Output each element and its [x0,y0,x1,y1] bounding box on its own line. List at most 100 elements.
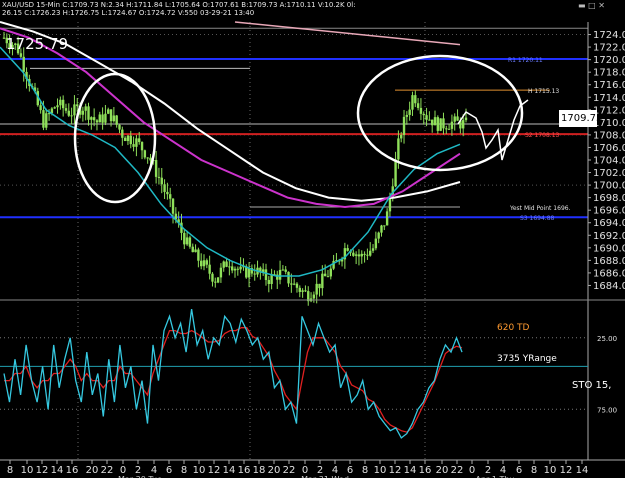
candle-body [183,232,186,245]
candle-body [22,56,25,72]
candle-body [67,110,70,116]
time-tick-label: 14 [404,465,417,476]
candle-body [132,144,135,147]
price-tick-label: 1714.00 [593,93,625,104]
candle-body [264,269,268,281]
sto-tick-75: 75.00 [597,406,617,414]
time-tick-label: 10 [193,465,206,476]
candle-body [436,117,440,131]
price-tick-label: 1706.00 [593,143,625,154]
candle-body [284,269,287,272]
candle-body [323,273,327,277]
candle-body [104,113,107,123]
candle-body [377,232,380,239]
time-tick-label: 22 [283,465,296,476]
header-secondary-line: 26.15 C:1726.23 H:1726.75 L:1724.67 O:17… [2,9,255,17]
time-tick-label: 16 [66,465,79,476]
candle-body [154,160,158,177]
sto-k-line [3,309,463,439]
price-tick-label: 1720.00 [593,55,625,66]
price-tick-label: 1696.00 [593,206,625,217]
candle-body [374,238,378,249]
candle-body [19,53,23,57]
candle-body [321,273,324,289]
candle-body [233,268,237,271]
level-label-midpoint: Yest Mid Point 1696. [509,205,571,212]
candle-body [329,268,332,277]
candle-body [121,129,124,138]
moving-average-lines [0,21,461,277]
level-label-high: H 1715.13 [528,88,559,95]
candle-body [39,105,42,111]
candle-body [298,287,301,292]
candle-body [197,249,200,261]
candle-body [61,99,65,109]
candle-body [64,108,68,111]
candle-body [115,115,118,125]
candle-body [163,184,166,192]
candle-body [160,177,163,185]
price-tick-label: 1724.00 [593,30,625,41]
candle-body [42,110,45,128]
candle-body [185,237,189,245]
price-tick-label: 1708.00 [593,130,625,141]
time-tick-label: 14 [576,465,589,476]
candle-body [363,253,366,255]
candle-body [461,120,465,129]
candle-body [380,225,383,233]
candle-body [352,252,355,256]
candle-body [411,95,414,110]
candle-body [76,104,79,107]
price-tick-label: 1690.00 [593,243,625,254]
candle-body [428,119,431,121]
candle-body [416,103,420,108]
candlestick-series [2,32,468,306]
candle-body [129,135,132,145]
candle-body [138,138,141,143]
time-tick-label: 20 [268,465,281,476]
header-ohlc-line: XAU/USD 15-Min C:1709.73 N:2.34 H:1711.8… [2,1,356,9]
candle-body [126,135,130,142]
candle-body [292,283,296,285]
candle-body [214,281,217,283]
candle-body [95,120,99,123]
candle-body [383,225,386,227]
price-tick-label: 1692.00 [593,231,625,242]
price-tick-label: 1702.00 [593,168,625,179]
candle-body [191,246,194,253]
candle-body [81,110,85,115]
candle-body [87,106,90,120]
candle-body [73,104,76,116]
sma-fast-line [0,46,461,277]
window-controls[interactable]: ▬ □ ✕ [578,1,605,10]
time-tick-label: 8 [531,465,537,476]
time-tick-label: 0 [469,465,475,476]
candle-body [149,157,152,161]
candle-body [157,176,161,178]
td-label: 620 TD [497,323,530,333]
candle-body [301,290,304,292]
price-tick-label: 1700.00 [593,181,625,192]
price-tick-label: 1698.00 [593,193,625,204]
price-tick-label: 1718.00 [593,68,625,79]
candle-body [92,117,96,121]
candle-body [171,198,175,214]
candle-body [394,159,397,187]
candle-body [53,107,56,109]
candle-body [295,283,299,288]
time-tick-label: 14 [223,465,236,476]
sma-mid-line [0,27,461,209]
time-tick-label: 18 [253,465,266,476]
price-tick-label: 1722.00 [593,43,625,54]
candle-body [84,106,87,111]
candle-body [239,266,242,270]
candle-body [346,248,349,251]
candle-body [408,109,411,115]
candle-body [146,157,149,159]
candle-body [230,266,234,271]
candle-body [228,266,231,268]
candle-body [59,99,62,106]
candle-body [56,105,59,108]
yrange-label: 3735 YRange [497,354,557,364]
candle-body [112,115,116,122]
